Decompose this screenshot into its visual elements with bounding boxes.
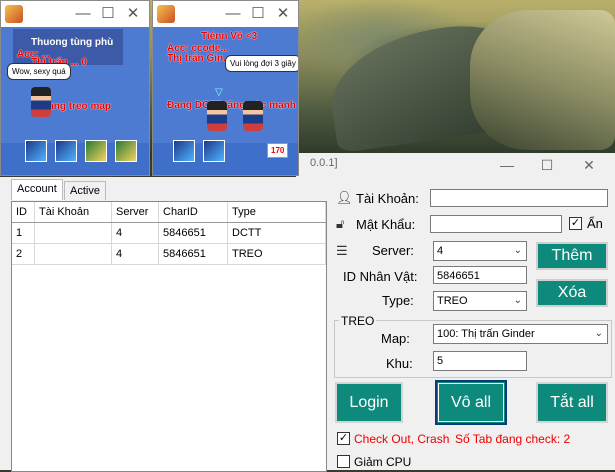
hide-password-label: Ẩn <box>587 216 603 231</box>
minimize-icon[interactable]: — <box>223 4 243 24</box>
game-scene[interactable]: Thuong tùng phù Acc: ... Thị trấn ... 0 … <box>1 27 149 175</box>
tab-count-text: Số Tab đang check: 2 <box>455 432 571 446</box>
speech-bubble: Vui lòng đợi 3 giây <box>225 55 298 72</box>
cell-charid: 5846651 <box>158 243 228 265</box>
game-titlebar[interactable]: — ☐ ✕ <box>1 1 149 27</box>
column-header[interactable]: Tài Khoản <box>34 202 112 223</box>
chevron-down-icon: ⌄ <box>513 295 522 306</box>
game-scene[interactable]: Tiénn Vô <3 Acc: ccode... Thị trấn Gin..… <box>153 27 298 175</box>
cell-type: TREO <box>227 243 326 265</box>
table-row[interactable]: 2 4 5846651 TREO <box>12 243 326 265</box>
map-select[interactable]: 100: Thị trấn Ginder ⌄ <box>433 324 608 344</box>
hide-password-checkbox[interactable]: ✓ <box>569 217 582 230</box>
enter-all-button[interactable]: Vô all <box>435 380 507 425</box>
password-label: Mật Khẩu: <box>356 217 416 232</box>
account-label: Tài Khoản: <box>356 191 419 206</box>
cell-server: 4 <box>111 222 159 244</box>
checkout-crash-checkbox[interactable]: ✓ <box>337 432 350 445</box>
server-label: Server: <box>372 243 414 258</box>
cell-server: 4 <box>111 243 159 265</box>
skill-icon[interactable] <box>115 140 137 162</box>
cell-charid: 5846651 <box>158 222 228 244</box>
game-window-2[interactable]: — ☐ ✕ Tiénn Vô <3 Acc: ccode... Thị trấn… <box>152 0 299 176</box>
type-value: TREO <box>437 295 468 307</box>
cell-id: 2 <box>12 243 35 265</box>
player-character <box>207 101 227 131</box>
skill-icon[interactable] <box>85 140 107 162</box>
account-table[interactable]: ID Tài Khoản Server CharID Type 1 4 5846… <box>11 201 327 472</box>
user-icon: 👤︎ <box>336 190 353 205</box>
cell-account <box>34 222 112 244</box>
delete-button[interactable]: Xóa <box>536 279 608 307</box>
mountain-shape <box>470 10 615 150</box>
server-select[interactable]: 4 ⌄ <box>433 241 527 261</box>
tab-account[interactable]: Account <box>11 179 63 200</box>
skill-icon[interactable] <box>55 140 77 162</box>
game-app-icon <box>157 5 175 23</box>
lock-icon: 🔓︎ <box>336 216 345 231</box>
zone-label: Khu: <box>386 356 413 371</box>
treo-group-title: TREO <box>339 314 377 328</box>
column-header[interactable]: CharID <box>158 202 228 223</box>
character-name: Tiénn Vô <3 <box>201 31 258 42</box>
charid-input[interactable]: 5846651 <box>433 266 527 284</box>
column-header[interactable]: Server <box>111 202 159 223</box>
close-icon[interactable]: ✕ <box>579 157 599 173</box>
skill-icon[interactable] <box>173 140 195 162</box>
tool-titlebar[interactable] <box>296 153 615 177</box>
maximize-icon[interactable]: ☐ <box>537 157 557 173</box>
minimize-icon[interactable]: — <box>497 157 517 173</box>
column-header[interactable]: Type <box>227 202 326 223</box>
tab-active[interactable]: Active <box>64 181 106 200</box>
password-input[interactable] <box>430 215 562 233</box>
reduce-cpu-checkbox[interactable] <box>337 455 350 468</box>
table-header: ID Tài Khoản Server CharID Type <box>12 202 326 223</box>
status-text: Đang treo map <box>41 101 112 112</box>
login-button[interactable]: Login <box>335 382 403 423</box>
location-text: Thị trấn Gin... <box>167 53 232 64</box>
cell-type: DCTT <box>227 222 326 244</box>
skill-icon[interactable] <box>25 140 47 162</box>
game-window-1[interactable]: — ☐ ✕ Thuong tùng phù Acc: ... Thị trấn … <box>0 0 150 176</box>
hp-counter: 170 <box>267 143 289 158</box>
tool-window-title: 0.0.1] <box>310 157 338 169</box>
reduce-cpu-label: Giảm CPU <box>354 455 412 469</box>
minimize-icon[interactable]: — <box>73 4 93 24</box>
skill-icon[interactable] <box>203 140 225 162</box>
chevron-down-icon: ⌄ <box>513 245 522 256</box>
close-icon[interactable]: ✕ <box>123 4 143 24</box>
charid-label: ID Nhân Vật: <box>343 269 418 284</box>
zone-input[interactable]: 5 <box>433 351 527 371</box>
maximize-icon[interactable]: ☐ <box>248 4 268 24</box>
add-button[interactable]: Thêm <box>536 242 608 270</box>
npc-character <box>243 101 263 131</box>
column-header[interactable]: ID <box>12 202 35 223</box>
map-value: 100: Thị trấn Ginder <box>437 328 535 340</box>
status-text: Đang DCTT tăng sức mạnh <box>167 100 296 111</box>
player-character <box>31 87 51 117</box>
checkout-crash-label: Check Out, Crash <box>354 432 450 446</box>
close-all-button[interactable]: Tắt all <box>536 382 608 423</box>
server-value: 4 <box>437 245 444 257</box>
maximize-icon[interactable]: ☐ <box>98 4 118 24</box>
cell-account <box>34 243 112 265</box>
account-input[interactable] <box>430 189 608 207</box>
character-name: Thuong tùng phù <box>31 37 114 48</box>
server-icon: ☰ <box>336 243 348 258</box>
type-select[interactable]: TREO ⌄ <box>433 291 527 311</box>
speech-bubble: Wow, sexy quá <box>7 63 71 80</box>
table-row[interactable]: 1 4 5846651 DCTT <box>12 222 326 244</box>
close-icon[interactable]: ✕ <box>273 4 293 24</box>
game-titlebar[interactable]: — ☐ ✕ <box>153 1 298 27</box>
type-label: Type: <box>382 293 414 308</box>
map-label: Map: <box>381 331 410 346</box>
cell-id: 1 <box>12 222 35 244</box>
game-app-icon <box>5 5 23 23</box>
chevron-down-icon: ⌄ <box>594 328 603 339</box>
